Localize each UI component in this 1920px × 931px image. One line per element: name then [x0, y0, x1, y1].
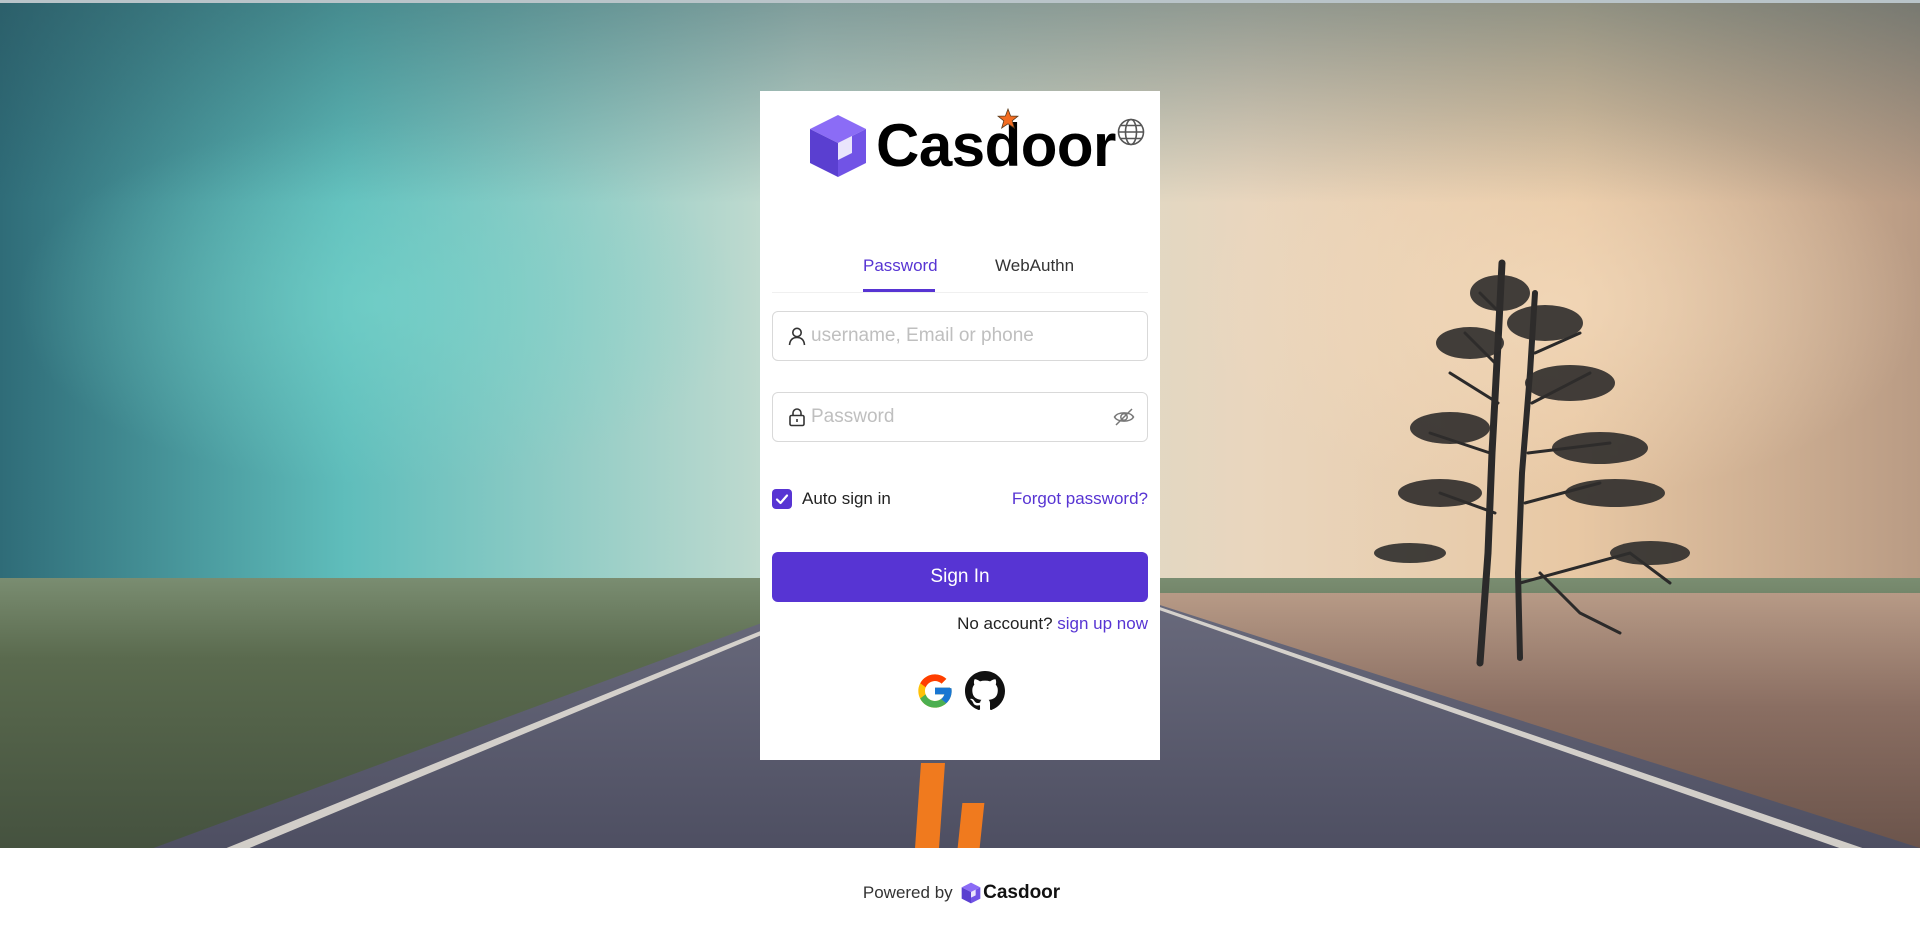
- remember-row: Auto sign in Forgot password?: [772, 487, 1148, 513]
- username-input[interactable]: [811, 312, 1101, 360]
- no-account-text: No account?: [957, 614, 1053, 633]
- star-icon: [997, 108, 1019, 129]
- eye-invisible-icon[interactable]: [1113, 407, 1135, 427]
- auto-sign-in-label[interactable]: Auto sign in: [802, 487, 891, 511]
- app-logo: Casdoor: [808, 101, 1116, 186]
- sign-in-button[interactable]: Sign In: [772, 552, 1148, 602]
- github-icon[interactable]: [965, 671, 1005, 711]
- auto-sign-in-checkbox[interactable]: [772, 489, 792, 509]
- user-icon: [788, 327, 806, 346]
- tree-silhouette: [1374, 259, 1690, 667]
- google-icon[interactable]: [915, 671, 955, 711]
- cube-logo-icon: [810, 115, 866, 177]
- globe-icon[interactable]: [1116, 117, 1146, 147]
- brand-wordmark: Casdoor: [876, 112, 1116, 179]
- signup-row: No account? sign up now: [957, 612, 1148, 636]
- username-field: [772, 311, 1148, 361]
- password-input[interactable]: [811, 393, 1101, 441]
- social-login-providers: [915, 671, 1005, 713]
- password-field: [772, 392, 1148, 442]
- footer-brand-wordmark: Casdoor: [983, 882, 1061, 903]
- check-icon: [775, 494, 789, 505]
- sign-up-link[interactable]: sign up now: [1057, 614, 1148, 633]
- login-method-tabs: Password WebAuthn: [772, 254, 1148, 293]
- footer: Powered by Casdoor: [0, 878, 1920, 908]
- tab-password[interactable]: Password: [863, 254, 938, 278]
- footer-logo[interactable]: Casdoor: [961, 881, 1061, 905]
- active-tab-indicator: [863, 289, 935, 292]
- cube-logo-icon: [961, 882, 981, 904]
- forgot-password-link[interactable]: Forgot password?: [1012, 487, 1148, 511]
- road-center-line: [957, 803, 985, 848]
- powered-by-text: Powered by: [862, 883, 953, 902]
- login-card: Casdoor Password WebAuthn username, Emai…: [760, 91, 1160, 760]
- lock-icon: [789, 408, 805, 427]
- tab-webauthn[interactable]: WebAuthn: [995, 254, 1074, 278]
